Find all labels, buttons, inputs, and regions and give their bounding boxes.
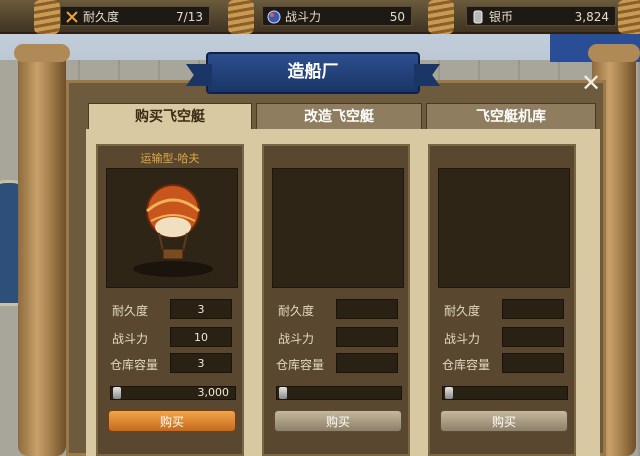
stat-value-durability: 3 [170,299,232,319]
stat-label-combat: 战斗力 [444,332,481,346]
close-button[interactable]: ✕ [578,70,604,96]
price-slider[interactable] [442,386,568,400]
rope-decoration [428,0,454,34]
slider-handle[interactable] [113,387,121,399]
tab-airship-hangar[interactable]: 飞空艇机库 [426,103,596,129]
airship-card: 耐久度 战斗力 仓库容量 购买 [262,144,410,456]
rope-decoration [34,0,60,34]
crossed-swords-icon [66,11,78,23]
tab-buy-airship[interactable]: 购买飞空艇 [88,103,252,130]
stat-value-durability [336,299,398,319]
stat-value-durability [502,299,564,319]
airship-preview [272,168,404,288]
buy-button[interactable]: 购买 [274,410,402,432]
airship-card: 耐久度 战斗力 仓库容量 购买 [428,144,576,456]
stat-value-storage: 3 [170,353,232,373]
stat-value-combat [502,327,564,347]
rope-decoration [228,0,254,34]
price-slider[interactable] [276,386,402,400]
airship-preview [438,168,570,288]
stat-label-durability: 耐久度 [444,304,481,318]
scroll-rod-cap [588,44,640,62]
resource-value: 3,824 [574,10,609,24]
airship-name: 运输型-哈夫 [140,152,200,165]
rope-decoration [618,0,640,34]
resource-value: 7/13 [176,10,203,24]
scroll-rod-left [18,50,66,456]
stat-label-combat: 战斗力 [278,332,315,346]
stat-label-storage: 仓库容量 [276,358,325,372]
airship-preview[interactable] [106,168,238,288]
tab-modify-airship[interactable]: 改造飞空艇 [256,103,422,129]
price-slider[interactable]: 3,000 [110,386,236,400]
dialog-title: 造船厂 [206,52,420,94]
scroll-rod-cap [14,44,70,62]
silver-coin-icon [473,10,483,24]
stat-value-storage [502,353,564,373]
slider-handle[interactable] [279,387,287,399]
resource-value: 50 [389,10,405,24]
resource-label: 银币 [489,10,514,24]
stat-label-storage: 仓库容量 [110,358,159,372]
resource-combat: 战斗力 50 [262,6,412,26]
resource-label: 耐久度 [83,10,120,24]
buy-button[interactable]: 购买 [108,410,236,432]
resource-durability: 耐久度 7/13 [60,6,210,26]
stat-value-combat: 10 [170,327,232,347]
stat-label-durability: 耐久度 [278,304,315,318]
stat-label-combat: 战斗力 [112,332,149,346]
stat-label-storage: 仓库容量 [442,358,491,372]
price-value: 3,000 [197,386,230,399]
stat-value-combat [336,327,398,347]
stat-value-storage [336,353,398,373]
resource-silver: 银币 3,824 [466,6,616,26]
stat-label-durability: 耐久度 [112,304,149,318]
hot-air-balloon-icon [133,184,213,277]
resource-bar: 耐久度 7/13 战斗力 50 银币 3,824 [0,0,640,34]
buy-button[interactable]: 购买 [440,410,568,432]
resource-label: 战斗力 [285,10,322,24]
slider-handle[interactable] [445,387,453,399]
airship-card: 运输型-哈夫 耐久度 3 战斗力 10 仓库容量 3 3,000 购买 [96,144,244,456]
combat-power-icon [267,10,281,24]
